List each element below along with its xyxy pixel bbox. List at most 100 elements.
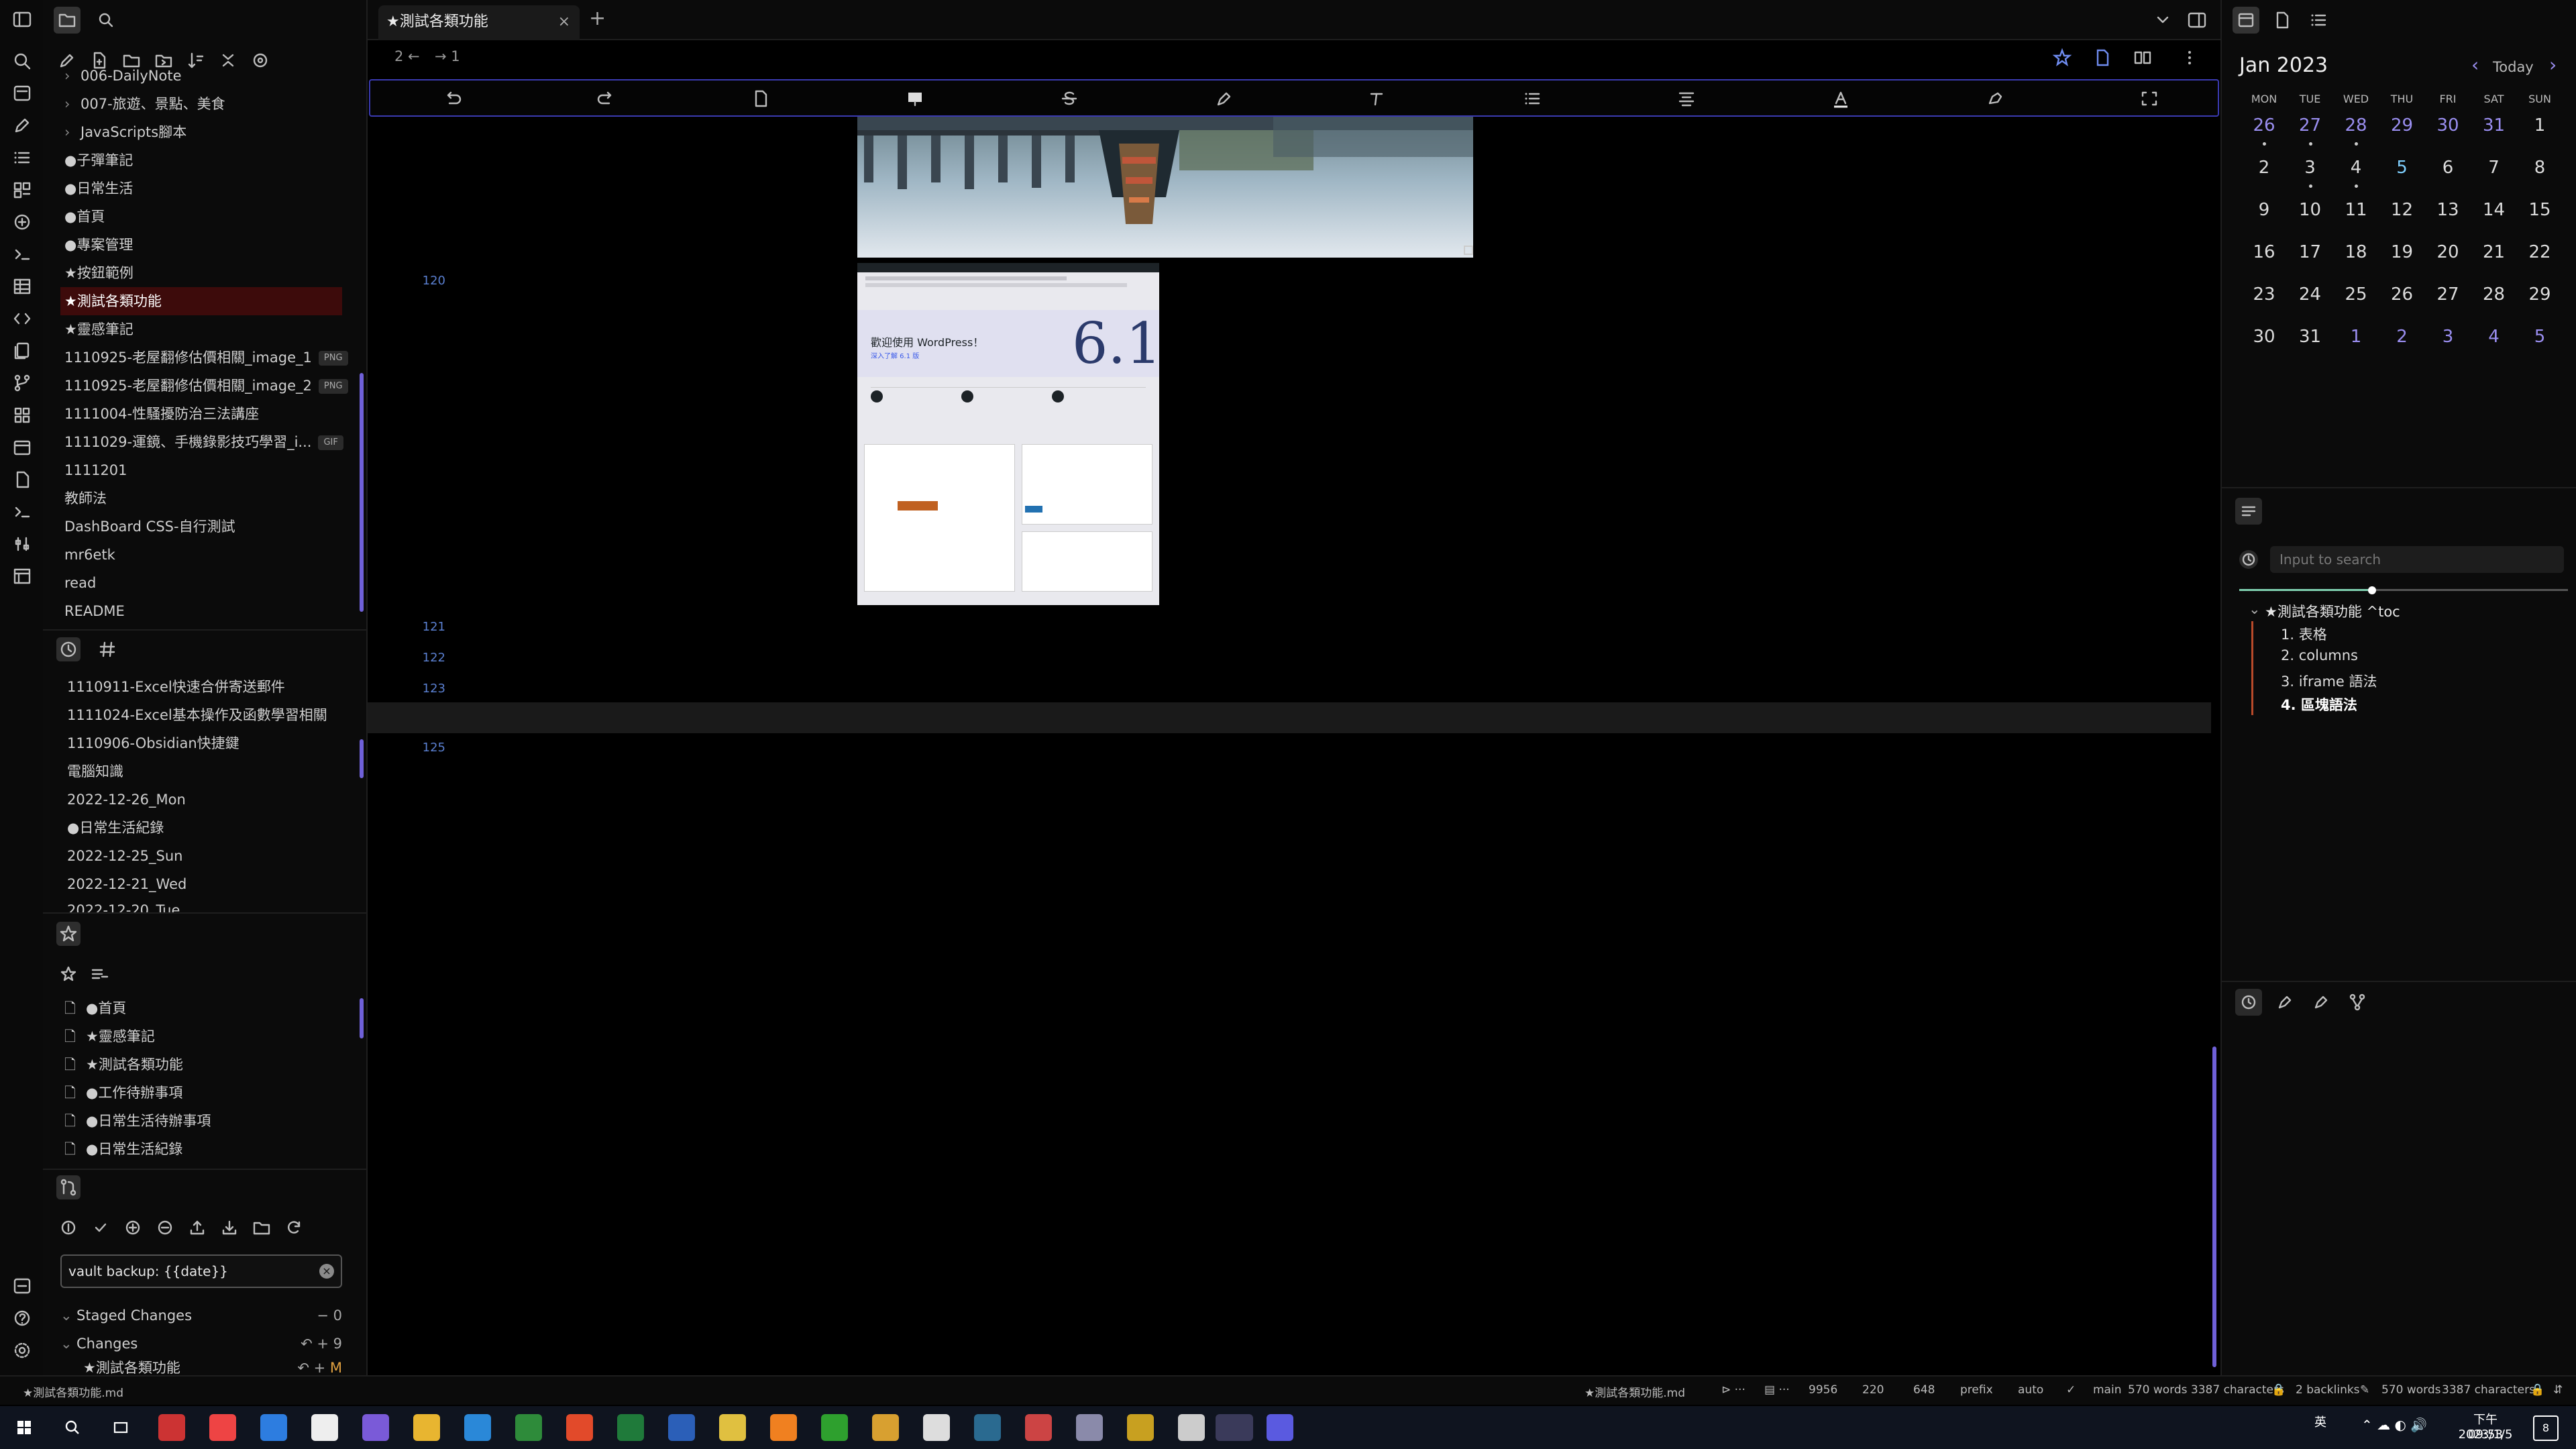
recent-file-item[interactable]: 1110906-Obsidian快捷鍵 — [67, 729, 239, 757]
calendar-day[interactable]: 1 — [2516, 115, 2563, 136]
file-tree-scrollbar[interactable] — [360, 373, 364, 612]
outline-heading[interactable]: 1. 表格 — [2281, 624, 2327, 644]
file-tree-item[interactable]: 1110925-老屋翻修估價相關_image_2 PNG — [64, 372, 348, 400]
stage-icon[interactable]: + — [317, 1336, 333, 1352]
outline-heading-active[interactable]: 4. 區塊語法 — [2281, 694, 2357, 714]
calendar-day[interactable]: 26 — [2241, 115, 2288, 136]
word-icon[interactable] — [668, 1414, 695, 1441]
calendar-day[interactable]: 25 — [2332, 284, 2379, 305]
file-tree-item-selected[interactable]: ★測試各類功能 — [60, 287, 342, 315]
bookmarks-tab-icon[interactable] — [56, 922, 80, 946]
fullscreen-icon[interactable] — [2137, 87, 2161, 110]
status-prefix[interactable]: prefix — [1960, 1383, 1993, 1397]
notifications-button[interactable]: 8 — [2533, 1415, 2559, 1441]
stage-all-icon[interactable] — [121, 1216, 145, 1240]
open-external-icon[interactable] — [1464, 246, 1473, 255]
status-active-file[interactable]: ★測試各類功能.md — [1585, 1383, 1685, 1400]
edge-icon[interactable] — [464, 1414, 491, 1441]
calendar-day[interactable]: 7 — [2471, 158, 2518, 178]
outgoing-links-icon[interactable] — [2308, 989, 2334, 1016]
embedded-screenshot[interactable]: 歡迎使用 WordPress！ 深入了解 6.1 版 6.1 — [857, 263, 1159, 605]
file-tree-item[interactable]: 1111201 — [64, 456, 127, 484]
calendar-day[interactable]: 31 — [2471, 115, 2518, 136]
copy-icon[interactable] — [11, 339, 34, 362]
outline-tab-icon[interactable] — [2235, 498, 2262, 525]
grid-icon[interactable] — [11, 404, 34, 427]
calendar-day[interactable]: 21 — [2471, 242, 2518, 262]
calendar-day[interactable]: 11 — [2332, 200, 2379, 220]
calendar-day[interactable]: 19 — [2379, 242, 2426, 262]
changes-header[interactable]: ⌄ Changes ↶ + 9 — [60, 1330, 342, 1358]
calendar-day[interactable]: 20 — [2424, 242, 2471, 262]
recent-file-item[interactable]: 2022-12-26_Mon — [67, 786, 186, 814]
notion-icon[interactable] — [311, 1414, 338, 1441]
code-icon[interactable] — [11, 307, 34, 330]
recent-file-item[interactable]: 1110911-Excel快速合併寄送郵件 — [67, 673, 285, 701]
status-lock-icon[interactable]: 🔒 — [2530, 1383, 2544, 1397]
app-icon[interactable] — [209, 1414, 236, 1441]
editor-scrollbar[interactable] — [2212, 1046, 2216, 1367]
status-git-branch[interactable]: main — [2093, 1383, 2121, 1397]
search-icon[interactable] — [11, 50, 34, 72]
edit-mode-icon[interactable]: ✎ — [2360, 1383, 2369, 1397]
open-folder-icon[interactable] — [250, 1216, 274, 1240]
taskbar-search-icon[interactable] — [59, 1414, 86, 1441]
discard-icon[interactable]: ↶ — [301, 1336, 317, 1352]
file-tree-item[interactable]: read — [64, 569, 96, 597]
active-line[interactable] — [368, 702, 2211, 733]
bookmark-item[interactable]: 🗋 ●首頁 — [64, 994, 126, 1022]
redo-icon[interactable] — [594, 87, 619, 110]
file-tree-item[interactable]: ★靈感筆記 — [64, 315, 133, 343]
calendar-day[interactable]: 30 — [2241, 327, 2288, 347]
file-tree-item[interactable]: mr6etk — [64, 541, 115, 569]
recent-scrollbar[interactable] — [360, 739, 364, 778]
file-tree-item[interactable]: 1111029-運鏡、手機錄影技巧學習_i... GIF — [64, 428, 343, 456]
outline-root-heading[interactable]: ★測試各類功能 ^toc — [2265, 601, 2400, 621]
sidebar-toggle-icon[interactable] — [11, 8, 34, 31]
sliders-icon[interactable] — [11, 533, 34, 555]
calendar-day[interactable]: 27 — [2287, 115, 2334, 136]
calendar-day[interactable]: 3 — [2424, 327, 2471, 347]
calendar-day[interactable]: 5 — [2516, 327, 2563, 347]
file-tree-item[interactable]: ★按鈕範例 — [64, 259, 133, 287]
calendar-day[interactable]: 22 — [2516, 242, 2563, 262]
bookmark-item[interactable]: 🗋 ●工作待辦事項 — [64, 1079, 182, 1107]
calendar-day[interactable]: 16 — [2241, 242, 2288, 262]
outline-heading[interactable]: 2. columns — [2281, 647, 2358, 663]
files-tab[interactable] — [54, 7, 80, 34]
calendar-day[interactable]: 17 — [2287, 242, 2334, 262]
align-center-icon[interactable] — [1674, 87, 1699, 110]
edit-icon[interactable] — [11, 114, 34, 137]
tray-icons[interactable]: ⌃ ☁ ◐ 🔊 — [2361, 1417, 2427, 1433]
bookmark-item[interactable]: 🗋 ★靈感筆記 — [64, 1022, 155, 1051]
help-icon[interactable] — [11, 1307, 34, 1330]
status-sync-icon[interactable]: ⇵ — [2553, 1383, 2563, 1397]
app-icon[interactable] — [515, 1414, 542, 1441]
bookmark-item[interactable]: 🗋 ●日常生活紀錄 — [64, 1135, 182, 1163]
calendar-day[interactable]: 27 — [2424, 284, 2471, 305]
calendar-day[interactable]: 14 — [2471, 200, 2518, 220]
discard-file-icon[interactable]: ↶ — [297, 1360, 313, 1375]
calendar-day[interactable]: 10 — [2287, 200, 2334, 220]
file-tree-item[interactable]: › JavaScripts腳本 — [64, 118, 186, 146]
bookmark-star-icon[interactable] — [56, 962, 80, 986]
commit-icon[interactable] — [89, 1216, 113, 1240]
commit-all-icon[interactable] — [56, 1216, 80, 1240]
tab-active-note[interactable]: ★測試各類功能 × — [378, 5, 580, 40]
clock-date[interactable]: 2023/1/5 — [2455, 1428, 2516, 1442]
push-icon[interactable] — [185, 1216, 209, 1240]
app-icon[interactable] — [770, 1414, 797, 1441]
app-icon[interactable] — [872, 1414, 899, 1441]
calendar-day[interactable]: 23 — [2241, 284, 2288, 305]
inbox-icon[interactable] — [11, 82, 34, 105]
app-icon[interactable] — [1267, 1414, 1293, 1441]
toggle-right-sidebar-icon[interactable] — [2186, 9, 2208, 31]
calendar-day[interactable]: 6 — [2424, 158, 2471, 178]
app-icon[interactable] — [1127, 1414, 1154, 1441]
file-tree-item[interactable]: › 007-旅遊、景點、美食 — [64, 90, 225, 118]
clear-icon[interactable]: × — [319, 1264, 334, 1279]
status-backlinks[interactable]: 2 backlinks — [2296, 1383, 2360, 1397]
obsidian-active-icon[interactable] — [1216, 1414, 1253, 1441]
tags-icon[interactable] — [95, 637, 119, 661]
screen-icon[interactable] — [903, 87, 927, 110]
